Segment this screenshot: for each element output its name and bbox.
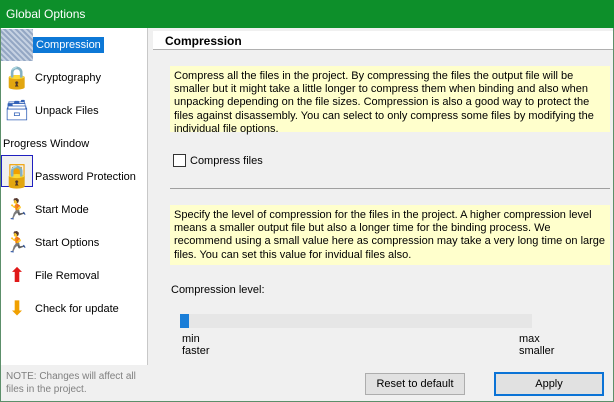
sidebar-item-check-for-update[interactable]: ⬇ Check for update: [1, 292, 147, 325]
sidebar-item-start-options[interactable]: 🏃 Start Options: [1, 226, 147, 259]
min-label: min: [182, 333, 200, 345]
compression-icon: [1, 28, 33, 61]
sidebar-item-compression[interactable]: Compression: [1, 28, 147, 61]
lock-icon: 🔒: [3, 163, 31, 189]
sidebar-item-unpack-files[interactable]: 🗃 Unpack Files: [1, 94, 147, 127]
sidebar-item-cryptography[interactable]: 🔒 Cryptography: [1, 61, 147, 94]
sidebar-item-label: Progress Window: [3, 137, 90, 150]
options-window: Compression 🔒 Cryptography 🗃 Unpack File…: [0, 28, 614, 402]
sidebar-item-label: Password Protection: [35, 170, 136, 183]
level-description: Specify the level of compression for the…: [170, 205, 610, 265]
footer-note: NOTE: Changes will affect all files in t…: [6, 371, 136, 395]
sidebar-item-start-mode[interactable]: 🏃 Start Mode: [1, 193, 147, 226]
slider-max-label: max smaller: [519, 333, 554, 357]
compress-files-checkbox[interactable]: [173, 154, 186, 167]
sidebar-item-progress-window[interactable]: ▣ Progress Window: [1, 127, 147, 187]
apply-button[interactable]: Apply: [494, 372, 604, 396]
slider-min-label: min faster: [182, 333, 210, 357]
reset-to-default-button[interactable]: Reset to default: [365, 373, 465, 395]
compression-level-slider[interactable]: [180, 314, 532, 328]
main-panel: Compression Compress all the files in th…: [149, 28, 613, 365]
compress-files-option[interactable]: Compress files: [173, 154, 263, 167]
compression-level-label: Compression level:: [171, 284, 265, 296]
lock-icon: 🔒: [3, 64, 31, 90]
divider: [170, 188, 610, 189]
sidebar-item-label: Cryptography: [35, 71, 102, 84]
page-title: Compression: [153, 31, 613, 50]
running-man-icon: 🏃: [4, 198, 30, 221]
max-sublabel: smaller: [519, 345, 555, 357]
arrow-up-icon: ⬆: [8, 264, 26, 287]
window-title: Global Options: [0, 0, 614, 28]
compression-description: Compress all the files in the project. B…: [170, 66, 610, 135]
sidebar-item-label: Start Mode: [35, 203, 89, 216]
running-man-icon: 🏃: [4, 231, 30, 254]
unpack-icon: 🗃: [4, 99, 30, 122]
sidebar-item-label: File Removal: [35, 269, 100, 282]
sidebar-item-label: Check for update: [35, 302, 119, 315]
min-sublabel: faster: [182, 345, 210, 357]
sidebar: Compression 🔒 Cryptography 🗃 Unpack File…: [1, 28, 148, 365]
arrow-down-icon: ⬇: [8, 297, 26, 320]
slider-thumb[interactable]: [180, 314, 189, 328]
compress-files-label: Compress files: [190, 154, 263, 167]
max-label: max: [519, 333, 540, 345]
sidebar-item-label: Compression: [33, 36, 104, 53]
sidebar-item-label: Unpack Files: [35, 104, 99, 117]
sidebar-item-password-protection[interactable]: 🔒 Password Protection: [1, 160, 147, 193]
sidebar-item-label: Start Options: [35, 236, 100, 249]
sidebar-item-file-removal[interactable]: ⬆ File Removal: [1, 259, 147, 292]
